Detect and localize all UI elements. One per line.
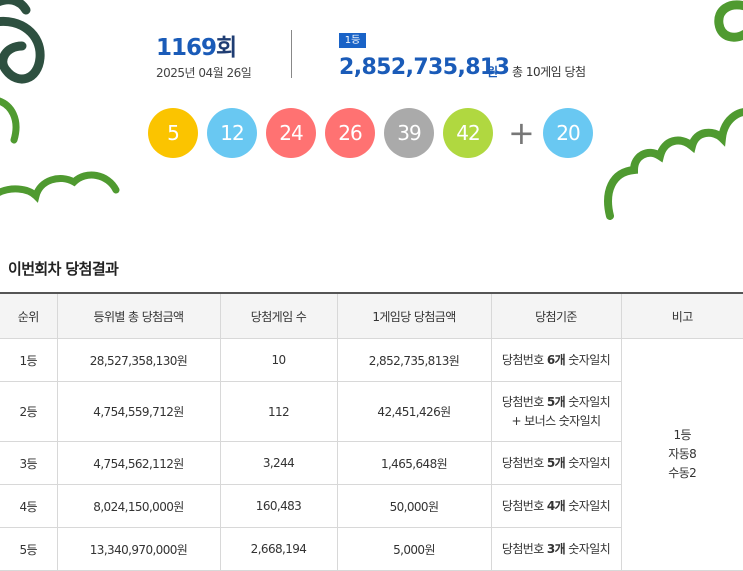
right-cloud-decoration bbox=[604, 108, 743, 220]
header-rank: 순위 bbox=[0, 292, 58, 339]
total-amount-cell: 8,024,150,000원 bbox=[57, 484, 221, 528]
criteria-count: 5개 bbox=[546, 394, 566, 409]
rank-cell: 3등 bbox=[0, 441, 58, 485]
criteria-text: 숫자일치 bbox=[565, 394, 611, 409]
criteria-text: 당첨번호 bbox=[501, 352, 547, 367]
criteria-text: 숫자일치 bbox=[565, 352, 611, 367]
draw-date: 2025년 04월 26일 bbox=[156, 66, 252, 80]
header-note: 비고 bbox=[621, 292, 743, 339]
rank-cell: 1등 bbox=[0, 338, 58, 382]
criteria-cell: 당첨번호 5개 숫자일치 + 보너스 숫자일치 bbox=[491, 381, 622, 442]
round-number-value: 1169 bbox=[156, 35, 217, 61]
section-title: 이번회차 당첨결과 bbox=[8, 260, 119, 278]
winning-ball-4: 26 bbox=[325, 108, 375, 158]
total-amount-cell: 28,527,358,130원 bbox=[57, 338, 221, 382]
note-cell: 1등 자동8 수동2 bbox=[621, 338, 743, 571]
criteria-text: 숫자일치 bbox=[565, 541, 611, 556]
header-total-amount: 등위별 총 당첨금액 bbox=[57, 292, 221, 339]
per-game-amount-cell: 5,000원 bbox=[337, 527, 492, 571]
criteria-cell: 당첨번호 5개 숫자일치 bbox=[491, 441, 622, 485]
rank-cell: 2등 bbox=[0, 381, 58, 442]
winning-games-cell: 2,668,194 bbox=[220, 527, 338, 571]
criteria-bonus-text: + 보너스 숫자일치 bbox=[511, 413, 602, 428]
header-winning-games: 당첨게임 수 bbox=[220, 292, 338, 339]
table-header-row: 순위 등위별 총 당첨금액 당첨게임 수 1게임당 당첨금액 당첨기준 비고 bbox=[0, 292, 743, 339]
plus-icon: + bbox=[508, 114, 535, 152]
total-amount-cell: 13,340,970,000원 bbox=[57, 527, 221, 571]
criteria-cell: 당첨번호 3개 숫자일치 bbox=[491, 527, 622, 571]
round-number: 1169회 bbox=[156, 28, 237, 62]
criteria-text: 숫자일치 bbox=[565, 498, 611, 513]
first-prize-amount: 2,852,735,813 bbox=[339, 55, 510, 80]
draw-result-banner: 1169회 2025년 04월 26일 1등 2,852,735,813 원 총… bbox=[0, 0, 743, 230]
total-amount-cell: 4,754,559,712원 bbox=[57, 381, 221, 442]
header-per-game-amount: 1게임당 당첨금액 bbox=[337, 292, 492, 339]
first-prize-winners: 총 10게임 당첨 bbox=[512, 65, 586, 79]
first-prize-unit: 원 bbox=[487, 65, 499, 79]
criteria-count: 4개 bbox=[546, 498, 566, 513]
header-divider bbox=[291, 30, 292, 78]
per-game-amount-cell: 50,000원 bbox=[337, 484, 492, 528]
note-line: 수동2 bbox=[668, 466, 697, 480]
criteria-text: 당첨번호 bbox=[501, 498, 547, 513]
prize-result-table: 순위 등위별 총 당첨금액 당첨게임 수 1게임당 당첨금액 당첨기준 비고 1… bbox=[0, 292, 743, 571]
round-number-suffix: 회 bbox=[216, 35, 237, 61]
winning-ball-2: 12 bbox=[207, 108, 257, 158]
header-criteria: 당첨기준 bbox=[491, 292, 622, 339]
winning-games-cell: 3,244 bbox=[220, 441, 338, 485]
per-game-amount-cell: 42,451,426원 bbox=[337, 381, 492, 442]
winning-ball-5: 39 bbox=[384, 108, 434, 158]
left-leaf-decoration bbox=[0, 97, 20, 144]
total-amount-cell: 4,754,562,112원 bbox=[57, 441, 221, 485]
note-line: 1등 bbox=[673, 428, 692, 442]
criteria-count: 5개 bbox=[546, 455, 566, 470]
note-line: 자동8 bbox=[668, 447, 697, 461]
criteria-cell: 당첨번호 4개 숫자일치 bbox=[491, 484, 622, 528]
winning-games-cell: 10 bbox=[220, 338, 338, 382]
criteria-text: 당첨번호 bbox=[501, 394, 547, 409]
criteria-text: 당첨번호 bbox=[501, 541, 547, 556]
criteria-cell: 당첨번호 6개 숫자일치 bbox=[491, 338, 622, 382]
per-game-amount-cell: 1,465,648원 bbox=[337, 441, 492, 485]
winning-games-cell: 160,483 bbox=[220, 484, 338, 528]
criteria-text: 숫자일치 bbox=[565, 455, 611, 470]
criteria-count: 3개 bbox=[546, 541, 566, 556]
criteria-text: 당첨번호 bbox=[501, 455, 547, 470]
rank-cell: 4등 bbox=[0, 484, 58, 528]
winning-ball-1: 5 bbox=[148, 108, 198, 158]
rank-cell: 5등 bbox=[0, 527, 58, 571]
winning-ball-6: 42 bbox=[443, 108, 493, 158]
left-cloud-decoration bbox=[0, 171, 120, 203]
winning-games-cell: 112 bbox=[220, 381, 338, 442]
criteria-count: 6개 bbox=[546, 352, 566, 367]
table-row: 1등 28,527,358,130원 10 2,852,735,813원 당첨번… bbox=[0, 338, 743, 571]
per-game-amount-cell: 2,852,735,813원 bbox=[337, 338, 492, 382]
right-swirl-decoration bbox=[714, 0, 743, 42]
first-rank-badge: 1등 bbox=[339, 33, 366, 48]
winning-ball-3: 24 bbox=[266, 108, 316, 158]
bonus-ball: 20 bbox=[543, 108, 593, 158]
